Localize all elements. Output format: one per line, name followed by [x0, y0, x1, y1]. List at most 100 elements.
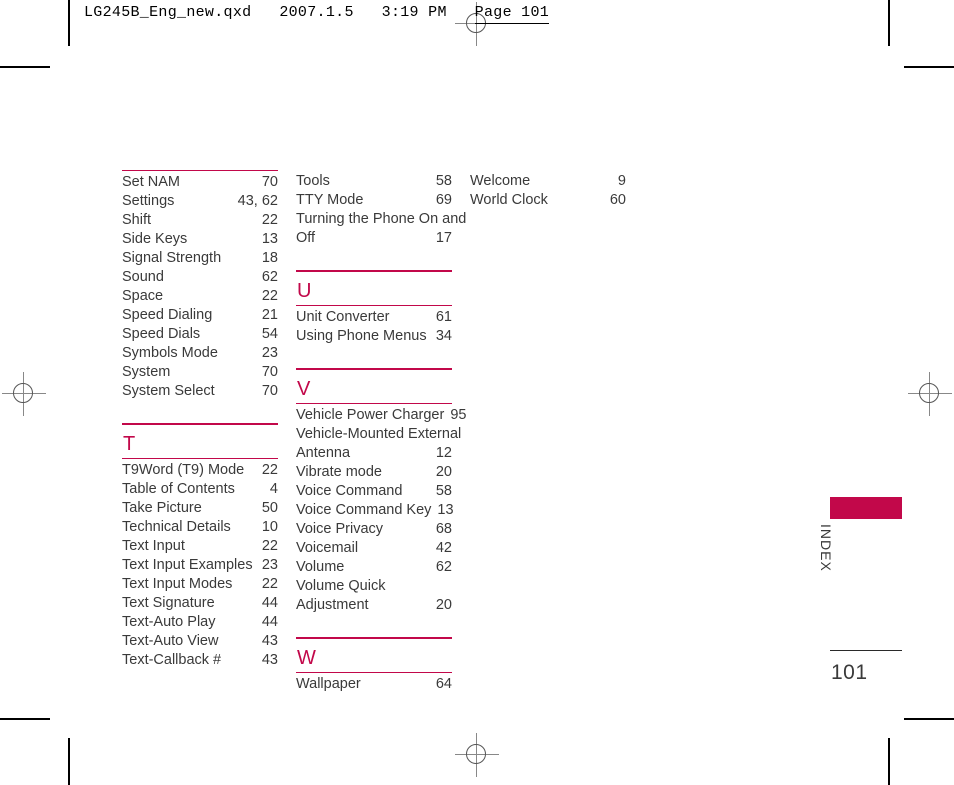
index-entry[interactable]: World Clock 60 — [470, 191, 626, 210]
index-entry-term: Vehicle Power Charger — [296, 407, 445, 423]
index-entry-term: Signal Strength — [122, 250, 222, 266]
index-entry-page: 64 — [435, 676, 452, 692]
index-entry-term: Settings — [122, 193, 175, 209]
index-entry-term: Table of Contents — [122, 481, 235, 497]
index-entry-term: Voice Command — [296, 483, 403, 499]
index-entry[interactable]: Text Signature 44 — [122, 594, 278, 613]
slug-filename-date-time: LG245B_Eng_new.qxd 2007.1.5 3:19 PM — [84, 4, 447, 21]
crop-mark-top-right-horizontal — [904, 66, 954, 68]
index-entry-term: Welcome — [470, 173, 531, 189]
folio-rule — [830, 650, 902, 651]
index-entry[interactable]: Take Picture 50 — [122, 499, 278, 518]
index-entry-term: Unit Converter — [296, 309, 390, 325]
index-entry[interactable]: Using Phone Menus 34 — [296, 327, 452, 346]
crop-mark-bottom-right-horizontal — [904, 718, 954, 720]
index-entry-list: Unit Converter 61 Using Phone Menus 34 — [296, 306, 452, 346]
index-entry[interactable]: Text-Auto View 43 — [122, 632, 278, 651]
index-entry-page: 70 — [261, 174, 278, 190]
index-entry[interactable]: Volume 62 — [296, 558, 452, 577]
index-entry-page: 12 — [435, 445, 452, 461]
index-entry-term: Technical Details — [122, 519, 231, 535]
index-entry[interactable]: Vehicle-Mounted External Antenna 12 — [296, 425, 461, 463]
index-entry-term: Tools — [296, 173, 330, 189]
index-entry-term: TTY Mode — [296, 192, 364, 208]
index-entry[interactable]: Text-Callback # 43 — [122, 651, 278, 670]
index-entry[interactable]: Tools 58 — [296, 172, 452, 191]
index-entry-term: Text-Callback # — [122, 652, 222, 668]
section-heading-w: W — [297, 647, 316, 669]
index-entry[interactable]: Voice Command 58 — [296, 482, 452, 501]
index-entry[interactable]: System Select 70 — [122, 382, 278, 401]
index-entry-term: Set NAM — [122, 174, 181, 190]
index-entry[interactable]: Vibrate mode 20 — [296, 463, 452, 482]
index-entry[interactable]: System 70 — [122, 363, 278, 382]
index-entry[interactable]: Side Keys 13 — [122, 230, 278, 249]
index-entry-term: Symbols Mode — [122, 345, 218, 361]
index-entry[interactable]: Sound 62 — [122, 268, 278, 287]
bleed-line-left — [68, 0, 69, 46]
index-entry[interactable]: TTY Mode 69 — [296, 191, 452, 210]
index-entry-term: System — [122, 364, 171, 380]
index-entry-page: 4 — [269, 481, 278, 497]
index-entry-page: 21 — [261, 307, 278, 323]
index-entry[interactable]: Voice Command Key 13 — [296, 501, 454, 520]
index-entry-page: 54 — [261, 326, 278, 342]
index-entry[interactable]: Turning the Phone On and Off 17 — [296, 210, 466, 248]
index-entry[interactable]: Technical Details 10 — [122, 518, 278, 537]
index-entry-term: Text Input Examples — [122, 557, 253, 573]
index-entry-page: 42 — [435, 540, 452, 556]
index-entry[interactable]: Settings 43, 62 — [122, 192, 278, 211]
index-entry[interactable]: Symbols Mode 23 — [122, 344, 278, 363]
index-entry-page: 62 — [435, 559, 452, 575]
index-entry-list: Set NAM 70 Settings 43, 62 Shift 22 Side Keys 1… — [122, 171, 278, 401]
index-entry-page: 23 — [261, 557, 278, 573]
section-heading-u: U — [297, 280, 312, 302]
index-entry[interactable]: Text Input 22 — [122, 537, 278, 556]
index-entry-term: Speed Dials — [122, 326, 201, 342]
index-entry-page: 70 — [261, 364, 278, 380]
index-entry[interactable]: Speed Dialing 21 — [122, 306, 278, 325]
index-entry-list: Vehicle Power Charger 95 Vehicle-Mounted E… — [296, 404, 466, 615]
index-column-2: Tools 58 TTY Mode 69 Turning the Phone On an… — [296, 170, 466, 694]
index-entry-page: 34 — [435, 328, 452, 344]
index-entry-page: 10 — [261, 519, 278, 535]
index-entry-page: 22 — [261, 212, 278, 228]
index-entry-page: 43 — [261, 652, 278, 668]
index-entry[interactable]: Set NAM 70 — [122, 173, 278, 192]
index-entry-term: Wallpaper — [296, 676, 361, 692]
index-entry[interactable]: Signal Strength 18 — [122, 249, 278, 268]
index-entry[interactable]: Shift 22 — [122, 211, 278, 230]
index-entry[interactable]: T9Word (T9) Mode 22 — [122, 461, 278, 480]
index-entry-page: 43, 62 — [237, 193, 278, 209]
index-columns: Set NAM 70 Settings 43, 62 Shift 22 Side Keys 1… — [122, 170, 652, 694]
index-entry-term: Sound — [122, 269, 164, 285]
index-entry[interactable]: Voicemail 42 — [296, 539, 452, 558]
index-column-1: Set NAM 70 Settings 43, 62 Shift 22 Side Keys 1… — [122, 170, 278, 694]
index-entry[interactable]: Welcome 9 — [470, 172, 626, 191]
index-entry-term: Speed Dialing — [122, 307, 213, 323]
index-entry[interactable]: Space 22 — [122, 287, 278, 306]
index-entry-list: T9Word (T9) Mode 22 Table of Contents 4 Take… — [122, 459, 278, 670]
index-entry[interactable]: Volume Quick Adjustment 20 — [296, 577, 452, 615]
index-entry[interactable]: Voice Privacy 68 — [296, 520, 452, 539]
index-entry[interactable]: Table of Contents 4 — [122, 480, 278, 499]
index-entry[interactable]: Vehicle Power Charger 95 — [296, 406, 466, 425]
index-entry-term: Voicemail — [296, 540, 359, 556]
index-entry-page: 22 — [261, 576, 278, 592]
index-entry-term: World Clock — [470, 192, 548, 208]
index-entry-term: Space — [122, 288, 164, 304]
index-entry-term-tail: Adjustment — [296, 597, 369, 613]
index-entry-page: 44 — [261, 595, 278, 611]
index-entry[interactable]: Text-Auto Play 44 — [122, 613, 278, 632]
index-entry[interactable]: Text Input Modes 22 — [122, 575, 278, 594]
index-entry[interactable]: Text Input Examples 23 — [122, 556, 278, 575]
index-entry-page: 70 — [261, 383, 278, 399]
index-entry-list: Welcome 9 World Clock 60 — [470, 170, 626, 210]
index-entry-term-tail: Antenna — [296, 445, 351, 461]
index-entry[interactable]: Wallpaper 64 — [296, 675, 452, 694]
index-entry-page: 18 — [261, 250, 278, 266]
index-entry-page: 43 — [261, 633, 278, 649]
index-entry[interactable]: Unit Converter 61 — [296, 308, 452, 327]
index-entry[interactable]: Speed Dials 54 — [122, 325, 278, 344]
